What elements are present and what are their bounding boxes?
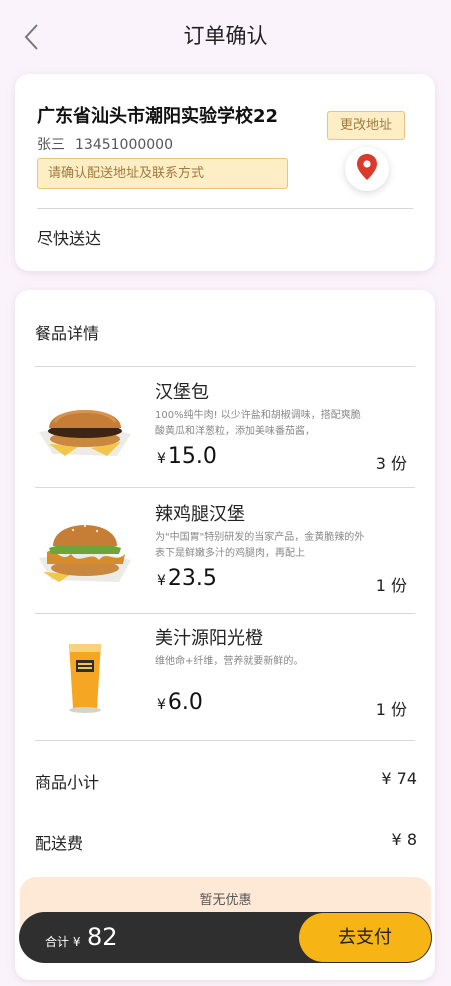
contact-phone: 13451000000: [75, 137, 173, 153]
divider: [35, 740, 415, 741]
item-quantity: 1 份: [375, 700, 407, 719]
confirm-address-tip: 请确认配送地址及联系方式: [37, 158, 288, 189]
promo-text: 暂无优惠: [199, 893, 252, 908]
orange-juice-image: [35, 630, 135, 714]
page-title: 订单确认: [183, 24, 268, 48]
item-description: 维他命+纤维，营养就要新鲜的。: [155, 656, 304, 667]
price-value: 6.0: [167, 690, 203, 715]
map-pin-icon: [356, 153, 378, 185]
price-value: 23.5: [167, 566, 217, 591]
chicken-burger-image: [35, 506, 135, 590]
food-item[interactable]: 美汁源阳光橙 维他命+纤维，营养就要新鲜的。 ¥6.0 1 份: [15, 612, 435, 734]
subtotal-value: ¥ 74: [381, 769, 417, 788]
address-line: 广东省汕头市潮阳实验学校22: [37, 106, 279, 127]
subtotal-label: 商品小计: [35, 773, 100, 792]
pay-bar: 合计 ¥ 82 去支付: [19, 912, 432, 963]
food-item[interactable]: 汉堡包 100%纯牛肉! 以少许盐和胡椒调味，搭配爽脆酸黄瓜和洋葱粒，添加美味番…: [15, 366, 435, 488]
item-description: 100%纯牛肉! 以少许盐和胡椒调味，搭配爽脆酸黄瓜和洋葱粒，添加美味番茄酱，: [155, 410, 361, 437]
divider: [37, 208, 413, 209]
total-label: 合计 ¥: [45, 935, 81, 949]
delivery-fee-label: 配送费: [35, 834, 84, 853]
address-card: 广东省汕头市潮阳实验学校22 张三 13451000000 请确认配送地址及联系方…: [15, 74, 435, 271]
delivery-time[interactable]: 尽快送达: [37, 225, 101, 249]
item-price: ¥15.0: [157, 444, 217, 469]
pay-button[interactable]: 去支付: [299, 913, 431, 962]
price-value: 15.0: [167, 444, 217, 469]
section-title: 餐品详情: [35, 324, 100, 343]
item-price: ¥23.5: [157, 566, 217, 591]
delivery-fee-value: ¥ 8: [391, 830, 417, 849]
subtotal-row: 商品小计 ¥ 74: [35, 769, 417, 793]
top-bar: 订单确认: [0, 0, 451, 70]
item-name: 美汁源阳光橙: [155, 628, 263, 649]
food-item[interactable]: 辣鸡腿汉堡 为"中国胃"特别研发的当家产品，金黄脆辣的外表下是鲜嫩多汁的鸡腿肉，…: [15, 488, 435, 610]
item-description: 为"中国胃"特别研发的当家产品，金黄脆辣的外表下是鲜嫩多汁的鸡腿肉，再配上: [155, 532, 365, 559]
delivery-fee-row: 配送费 ¥ 8: [35, 830, 417, 854]
change-address-button[interactable]: 更改地址: [327, 111, 405, 140]
item-price: ¥6.0: [157, 690, 203, 715]
contact-info: 张三 13451000000: [37, 134, 183, 154]
item-quantity: 3 份: [375, 454, 407, 473]
item-name: 辣鸡腿汉堡: [155, 504, 245, 525]
burger-image: [35, 384, 135, 468]
contact-name: 张三: [37, 137, 65, 153]
total-value: 82: [87, 923, 118, 951]
item-name: 汉堡包: [155, 382, 209, 403]
location-button[interactable]: [345, 147, 389, 191]
currency-symbol: ¥: [157, 697, 166, 713]
currency-symbol: ¥: [157, 573, 166, 589]
item-quantity: 1 份: [375, 576, 407, 595]
currency-symbol: ¥: [157, 451, 166, 467]
